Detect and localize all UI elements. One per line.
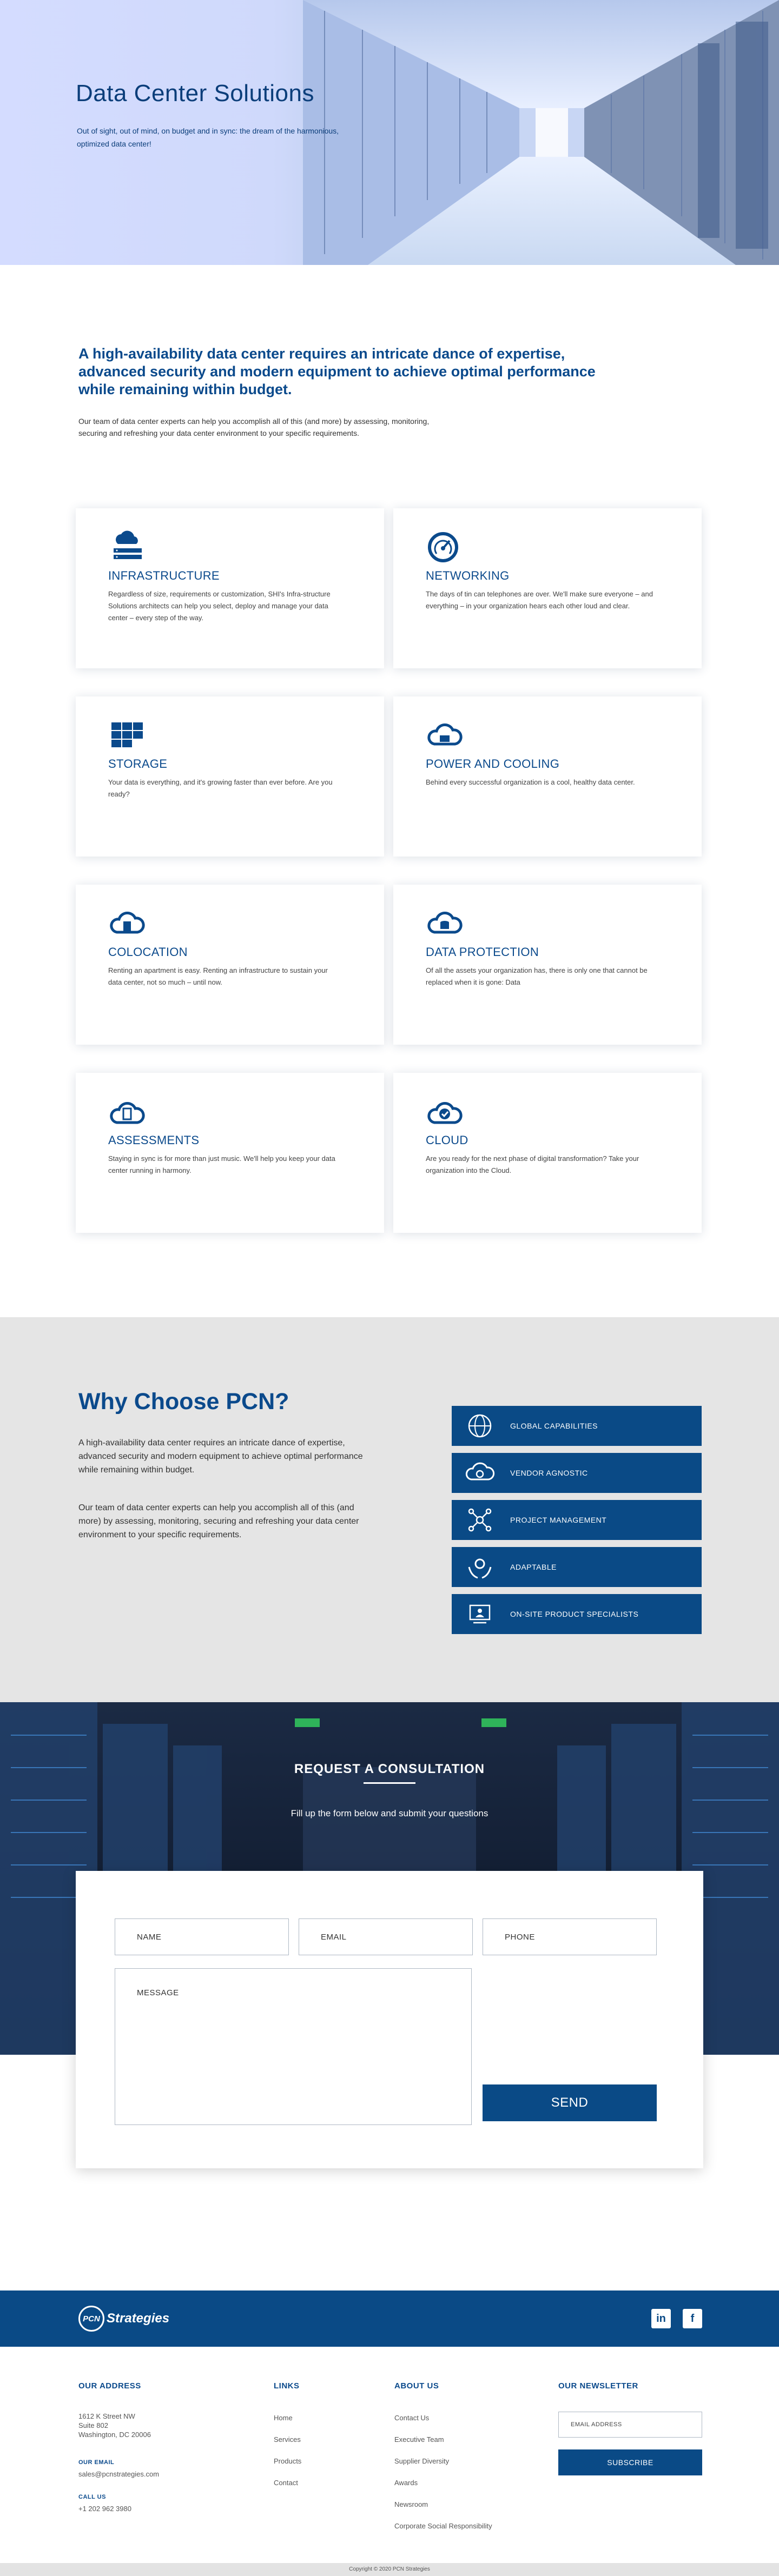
consultation-form: SEND xyxy=(76,1871,703,2168)
cloud-badge-icon xyxy=(465,1462,495,1480)
why-title: Why Choose PCN? xyxy=(78,1389,289,1415)
service-card-storage[interactable]: STORAGE Your data is everything, and it'… xyxy=(76,696,384,857)
data-center-corridor-image xyxy=(303,0,779,265)
title-divider xyxy=(364,1782,415,1784)
linkedin-icon[interactable]: in xyxy=(651,2309,671,2328)
email-field[interactable] xyxy=(299,1918,473,1955)
why-paragraph: A high-availability data center requires… xyxy=(78,1438,363,1475)
hands-gear-icon xyxy=(468,1558,492,1579)
send-button[interactable]: SEND xyxy=(483,2084,657,2121)
cloud-cooling-icon xyxy=(427,723,463,746)
intro-heading: A high-availability data center requires… xyxy=(78,346,596,397)
cloud-check-icon xyxy=(427,1102,463,1124)
copyright-text: Copyright © 2020 PCN Strategies xyxy=(0,2563,779,2576)
about-heading: ABOUT US xyxy=(394,2381,439,2391)
pcn-strategies-logo[interactable]: PCN Strategies xyxy=(78,2305,169,2333)
intro-text: Our team of data center experts can help… xyxy=(78,417,430,437)
service-title: NETWORKING xyxy=(426,569,510,582)
phone-field[interactable] xyxy=(483,1918,657,1955)
service-card-cloud[interactable]: CLOUD Are you ready for the next phase o… xyxy=(393,1073,702,1233)
newsletter-heading: OUR NEWSLETTER xyxy=(558,2381,638,2391)
storage-grid-icon xyxy=(111,722,143,747)
consultation-subtitle: Fill up the form below and submit your q… xyxy=(291,1808,488,1818)
consultation-title: REQUEST A CONSULTATION xyxy=(294,1762,485,1776)
footer-link-executive-team[interactable]: Executive Team xyxy=(394,2435,444,2444)
service-title: INFRASTRUCTURE xyxy=(108,569,220,582)
service-text: Of all the assets your organization has,… xyxy=(426,966,648,986)
footer-link-products[interactable]: Products xyxy=(274,2457,301,2465)
hero-subtitle: Out of sight, out of mind, on budget and… xyxy=(77,127,339,148)
footer-link-contact[interactable]: Contact xyxy=(274,2479,298,2487)
facebook-icon[interactable]: f xyxy=(683,2309,702,2328)
name-field[interactable] xyxy=(115,1918,289,1955)
service-title: DATA PROTECTION xyxy=(426,945,539,959)
service-title: COLOCATION xyxy=(108,945,188,959)
address-line: Washington, DC 20006 xyxy=(78,2431,151,2439)
service-text: Are you ready for the next phase of digi… xyxy=(426,1154,639,1174)
feature-project-management[interactable]: PROJECT MANAGEMENT xyxy=(452,1500,702,1540)
footer-bar: PCN Strategies in f xyxy=(0,2290,779,2347)
monitor-user-icon xyxy=(469,1604,491,1624)
hero-banner: Data Center Solutions Out of sight, out … xyxy=(0,0,779,265)
footer-link-csr[interactable]: Corporate Social Responsibility xyxy=(394,2522,492,2530)
address-heading: OUR ADDRESS xyxy=(78,2381,141,2391)
cloud-database-icon xyxy=(427,912,463,934)
footer-link-services[interactable]: Services xyxy=(274,2435,301,2444)
feature-label: ON-SITE PRODUCT SPECIALISTS xyxy=(510,1610,639,1618)
service-card-networking[interactable]: NETWORKING The days of tin can telephone… xyxy=(393,508,702,668)
cloud-clipboard-icon xyxy=(110,1102,145,1124)
service-title: STORAGE xyxy=(108,757,168,771)
service-card-colocation[interactable]: COLOCATION Renting an apartment is easy.… xyxy=(76,885,384,1045)
globe-icon xyxy=(468,1414,492,1438)
why-paragraph: Our team of data center experts can help… xyxy=(78,1503,359,1539)
service-text: Staying in sync is for more than just mu… xyxy=(108,1154,335,1174)
footer-link-awards[interactable]: Awards xyxy=(394,2479,418,2487)
cloud-building-icon xyxy=(110,912,145,934)
newsletter-email-input[interactable] xyxy=(558,2412,702,2438)
phone-link[interactable]: +1 202 962 3980 xyxy=(78,2505,131,2513)
why-choose-section: Why Choose PCN? A high-availability data… xyxy=(0,1317,779,1702)
footer-link-home[interactable]: Home xyxy=(274,2414,293,2422)
links-heading: LINKS xyxy=(274,2381,300,2391)
page-title: Data Center Solutions xyxy=(76,80,314,107)
email-heading: OUR EMAIL xyxy=(78,2459,115,2466)
server-cloud-icon xyxy=(114,530,142,559)
service-card-power-cooling[interactable]: POWER AND COOLING Behind every successfu… xyxy=(393,696,702,857)
speedometer-icon xyxy=(428,532,458,562)
footer-link-supplier-diversity[interactable]: Supplier Diversity xyxy=(394,2457,449,2465)
email-link[interactable]: sales@pcnstrategies.com xyxy=(78,2470,159,2478)
service-title: ASSESSMENTS xyxy=(108,1133,200,1147)
feature-on-site-specialists[interactable]: ON-SITE PRODUCT SPECIALISTS xyxy=(452,1594,702,1634)
feature-adaptable[interactable]: ADAPTABLE xyxy=(452,1547,702,1587)
address-line: Suite 802 xyxy=(78,2421,108,2429)
service-text: The days of tin can telephones are over.… xyxy=(426,590,653,610)
service-card-assessments[interactable]: ASSESSMENTS Staying in sync is for more … xyxy=(76,1073,384,1233)
network-nodes-icon xyxy=(468,1508,492,1532)
feature-label: GLOBAL CAPABILITIES xyxy=(510,1422,598,1430)
logo-wordmark: Strategies xyxy=(107,2311,170,2326)
service-text: Your data is everything, and it's growin… xyxy=(108,778,333,798)
service-text: Regardless of size, requirements or cust… xyxy=(108,590,331,622)
footer-link-newsroom[interactable]: Newsroom xyxy=(394,2500,428,2508)
service-card-data-protection[interactable]: DATA PROTECTION Of all the assets your o… xyxy=(393,885,702,1045)
feature-global-capabilities[interactable]: GLOBAL CAPABILITIES xyxy=(452,1406,702,1446)
service-title: POWER AND COOLING xyxy=(426,757,560,771)
service-card-infrastructure[interactable]: INFRASTRUCTURE Regardless of size, requi… xyxy=(76,508,384,668)
service-text: Renting an apartment is easy. Renting an… xyxy=(108,966,328,986)
call-heading: CALL US xyxy=(78,2494,106,2500)
feature-label: ADAPTABLE xyxy=(510,1563,557,1571)
feature-vendor-agnostic[interactable]: VENDOR AGNOSTIC xyxy=(452,1453,702,1493)
subscribe-button[interactable]: SUBSCRIBE xyxy=(558,2449,702,2475)
logo-mark: PCN xyxy=(78,2306,104,2332)
service-title: CLOUD xyxy=(426,1133,468,1147)
address-line: 1612 K Street NW xyxy=(78,2412,135,2420)
feature-label: VENDOR AGNOSTIC xyxy=(510,1469,588,1477)
message-field[interactable] xyxy=(115,1968,472,2125)
service-text: Behind every successful organization is … xyxy=(426,778,635,786)
feature-label: PROJECT MANAGEMENT xyxy=(510,1516,607,1524)
footer-link-contact-us[interactable]: Contact Us xyxy=(394,2414,429,2422)
